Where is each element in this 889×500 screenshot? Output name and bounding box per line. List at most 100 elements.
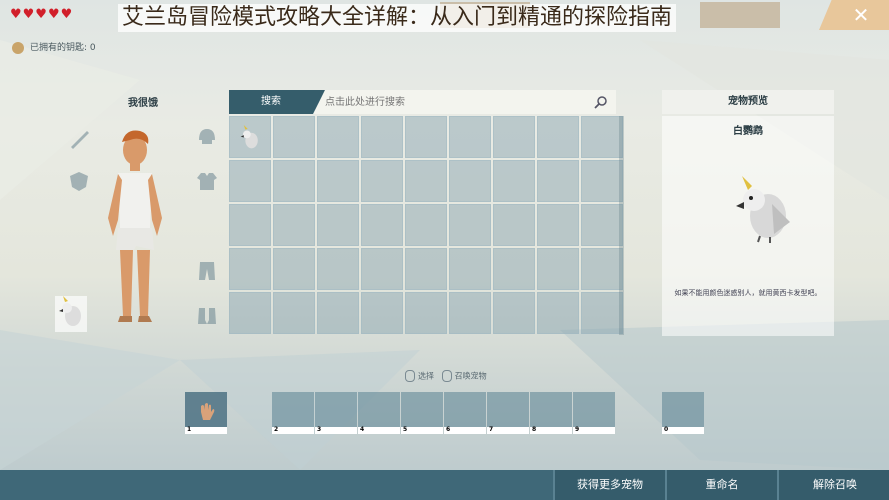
inventory-cell[interactable] <box>229 160 271 202</box>
inventory-cell[interactable] <box>405 116 447 158</box>
top-tab-right[interactable] <box>700 2 780 28</box>
inventory-cell[interactable] <box>405 204 447 246</box>
character-model <box>108 130 162 322</box>
slot-number: 5 <box>403 426 408 433</box>
keys-label: 已拥有的钥匙: 0 <box>30 43 96 53</box>
inventory-cell[interactable] <box>273 292 315 334</box>
dismiss-summon-button[interactable]: 解除召唤 <box>777 470 889 500</box>
inventory-cell[interactable] <box>449 204 491 246</box>
hotbar-slot-5[interactable]: 5 <box>401 392 443 434</box>
inventory-cell[interactable] <box>581 204 623 246</box>
overlay-title: 艾兰岛冒险模式攻略大全详解：从入门到精通的探险指南 <box>118 4 677 32</box>
inventory-cell[interactable] <box>229 116 271 158</box>
hotbar-slot-4[interactable]: 4 <box>358 392 400 434</box>
inventory-scrollbar[interactable] <box>619 116 624 335</box>
pet-description: 如果不能用颜色迷惑别人，就用黄西卡发型吧。 <box>674 289 822 297</box>
boots-slot-icon[interactable] <box>196 304 218 326</box>
inventory-cell[interactable] <box>449 292 491 334</box>
hotbar-slot-6[interactable]: 6 <box>444 392 486 434</box>
inventory-cell[interactable] <box>537 292 579 334</box>
inventory-cell[interactable] <box>361 160 403 202</box>
hotbar-slot-8[interactable]: 8 <box>530 392 572 434</box>
status-label: 我很饿 <box>128 98 158 109</box>
inventory-cell[interactable] <box>405 248 447 290</box>
inventory-cell[interactable] <box>317 160 359 202</box>
inventory-cell[interactable] <box>493 292 535 334</box>
inventory-cell[interactable] <box>581 248 623 290</box>
pet-name: 白鹦鹉 <box>733 126 763 137</box>
shield-slot-icon[interactable] <box>68 170 90 192</box>
slot-number: 9 <box>575 426 580 433</box>
slot-number: 2 <box>274 426 279 433</box>
inventory-cell[interactable] <box>229 204 271 246</box>
control-hints: 选择 召唤宠物 <box>405 370 487 382</box>
inventory-cell[interactable] <box>317 204 359 246</box>
inventory-cell[interactable] <box>229 248 271 290</box>
inventory-cell[interactable] <box>493 204 535 246</box>
inventory-cell[interactable] <box>493 160 535 202</box>
close-button[interactable]: ✕ <box>819 0 889 30</box>
close-icon: ✕ <box>852 3 870 27</box>
inventory-cell[interactable] <box>273 248 315 290</box>
hint-select: 选择 <box>418 371 434 381</box>
inventory-cell[interactable] <box>405 292 447 334</box>
slot-number: 7 <box>489 426 494 433</box>
inventory-cell[interactable] <box>449 160 491 202</box>
cockatoo-icon <box>240 125 258 149</box>
inventory-cell[interactable] <box>361 292 403 334</box>
search-input[interactable] <box>313 90 616 114</box>
search-icon[interactable] <box>594 95 608 109</box>
preview-header: 宠物预览 <box>662 90 834 114</box>
inventory-cell[interactable] <box>449 248 491 290</box>
inventory-cell[interactable] <box>493 116 535 158</box>
mouse-right-icon <box>441 370 452 382</box>
inventory-cell[interactable] <box>273 116 315 158</box>
health-hearts: ♥♥♥♥♥ <box>10 7 74 22</box>
slot-number: 0 <box>664 426 669 433</box>
hotbar-slot-0[interactable]: 0 <box>662 392 704 434</box>
inventory-cell[interactable] <box>361 248 403 290</box>
hotbar-slot-7[interactable]: 7 <box>487 392 529 434</box>
key-icon <box>12 41 24 54</box>
inventory-cell[interactable] <box>273 204 315 246</box>
inventory-cell[interactable] <box>537 248 579 290</box>
hotbar-slot-2[interactable]: 2 <box>272 392 314 434</box>
chest-slot-icon[interactable] <box>196 170 218 192</box>
get-more-pets-button[interactable]: 获得更多宠物 <box>553 470 665 500</box>
inventory-cell[interactable] <box>581 160 623 202</box>
pants-slot-icon[interactable] <box>196 260 218 282</box>
inventory-cell[interactable] <box>537 116 579 158</box>
inventory-cell[interactable] <box>581 292 623 334</box>
hotbar-slot-3[interactable]: 3 <box>315 392 357 434</box>
inventory-cell[interactable] <box>493 248 535 290</box>
hotbar-slot-9[interactable]: 9 <box>573 392 615 434</box>
inventory-cell[interactable] <box>537 160 579 202</box>
inventory-cell[interactable] <box>229 292 271 334</box>
helmet-slot-icon[interactable] <box>196 126 218 148</box>
inventory-cell[interactable] <box>361 204 403 246</box>
slot-number: 4 <box>360 426 365 433</box>
inventory-cell[interactable] <box>405 160 447 202</box>
preview-panel: 白鹦鹉 如果不能用颜色迷惑别人，就用黄西卡发型吧。 <box>662 116 834 336</box>
search-bar: 搜索 <box>229 90 616 114</box>
inventory-cell[interactable] <box>317 116 359 158</box>
inventory-cell[interactable] <box>449 116 491 158</box>
slot-number: 1 <box>187 426 192 433</box>
pet-equip-slot[interactable] <box>55 296 87 332</box>
inventory-cell[interactable] <box>537 204 579 246</box>
inventory-cell[interactable] <box>273 160 315 202</box>
keys-counter: 已拥有的钥匙: 0 <box>12 40 96 54</box>
weapon-slot-icon[interactable] <box>68 128 90 150</box>
search-tab[interactable]: 搜索 <box>229 90 325 114</box>
rename-button[interactable]: 重命名 <box>665 470 777 500</box>
inventory-cell[interactable] <box>581 116 623 158</box>
hand-icon <box>201 403 215 420</box>
inventory-cell[interactable] <box>317 292 359 334</box>
mouse-left-icon <box>405 370 415 382</box>
cockatoo-icon <box>59 296 81 326</box>
hint-summon: 召唤宠物 <box>454 371 487 381</box>
inventory-cell[interactable] <box>317 248 359 290</box>
pet-inventory-grid <box>229 116 623 334</box>
hotbar-slot-1[interactable]: 1 <box>185 392 227 434</box>
inventory-cell[interactable] <box>361 116 403 158</box>
